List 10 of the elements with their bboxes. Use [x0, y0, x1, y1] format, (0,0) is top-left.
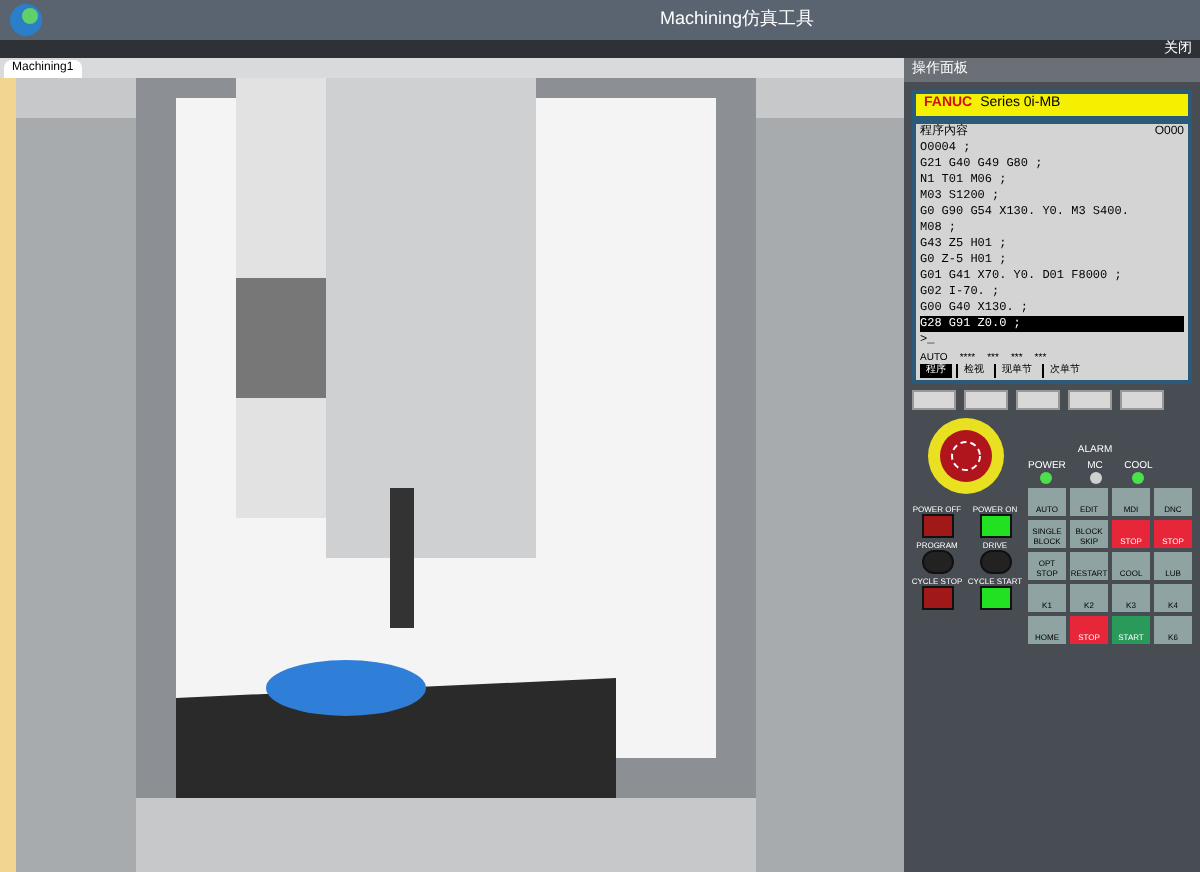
function-key[interactable]: [964, 389, 1008, 409]
panel-button[interactable]: [979, 585, 1011, 609]
function-key[interactable]: [912, 389, 956, 409]
window-title: Machining仿真工具: [660, 6, 815, 33]
function-key[interactable]: [1068, 389, 1112, 409]
app-logo-icon[interactable]: [8, 2, 44, 38]
panel-button[interactable]: [979, 513, 1011, 537]
emergency-stop-icon[interactable]: [926, 415, 1006, 495]
function-key[interactable]: [1016, 389, 1060, 409]
function-key[interactable]: [1120, 389, 1164, 409]
